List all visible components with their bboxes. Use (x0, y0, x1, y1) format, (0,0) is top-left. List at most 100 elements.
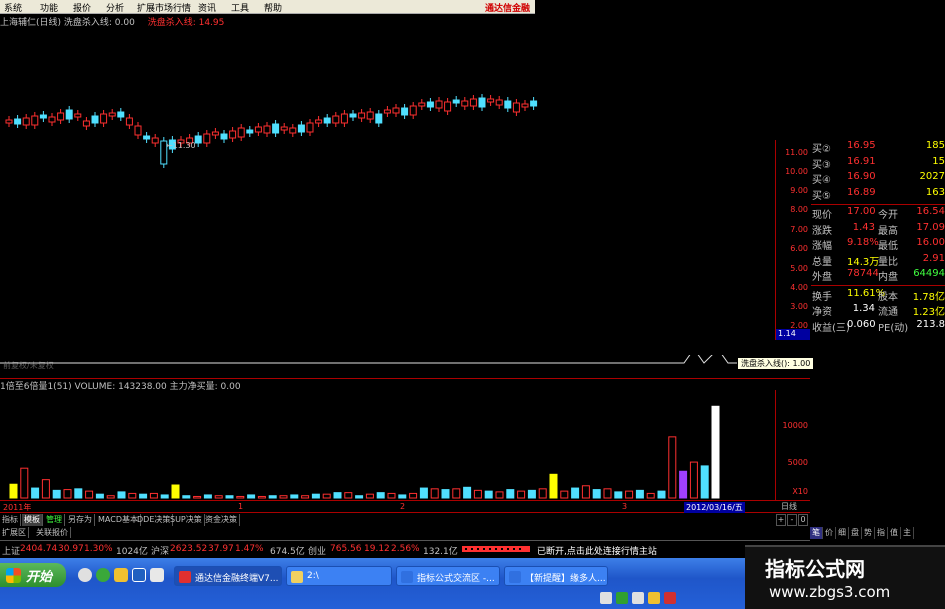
volume-bar (290, 494, 299, 499)
candle-body (125, 117, 133, 126)
quote-label: 股本 (878, 291, 898, 303)
menu-extended-market[interactable]: 扩展市场行情 (137, 1, 191, 14)
zoom-reset-button[interactable]: 0 (798, 514, 808, 526)
folder-icon[interactable] (114, 568, 128, 582)
candle-body (323, 117, 331, 124)
tab-related-quote[interactable]: 关联报价 (34, 527, 71, 538)
candle-body (14, 118, 22, 125)
tab-value[interactable]: 值 (888, 527, 901, 539)
volume-bar (387, 492, 396, 499)
period-label[interactable]: 日线 (781, 501, 797, 512)
candle-body (401, 107, 409, 116)
chart-title-main: 上海辅仁(日线) 洗盘杀入线: 0.00 (0, 18, 135, 28)
candle-body (349, 113, 357, 118)
quote-row: 净资 1.34 流通 1.23亿 (811, 303, 945, 318)
quote-value: 16.54 (916, 206, 945, 217)
tray-icon[interactable] (632, 592, 644, 604)
price-tick: 11.00 (785, 148, 808, 157)
quote-value: 213.8 (916, 318, 945, 330)
price-tick: 6.00 (790, 244, 808, 253)
tab-template[interactable]: 模板 (22, 514, 43, 526)
taskbar-button-tdx[interactable]: 通达信金融终端V7... (174, 566, 282, 586)
quote-row: 换手 11.61% 股本 1.78亿 (811, 288, 945, 303)
menu-tools[interactable]: 工具 (231, 1, 249, 14)
cursor-value: 1.14 (776, 329, 810, 340)
candle-body (495, 99, 503, 106)
connection-notice[interactable]: 已断开,点击此处连接行情主站 (537, 544, 657, 557)
chart-title-red: 洗盘杀入线: 14.95 (147, 18, 225, 28)
menu-function[interactable]: 功能 (40, 1, 58, 14)
volume-bar (700, 465, 709, 499)
volume-bar (452, 488, 461, 499)
tab-trend[interactable]: 势 (862, 527, 875, 539)
tray-icon[interactable] (616, 592, 628, 604)
taskbar-button-label: 指标公式交流区 -... (417, 574, 495, 584)
tab-indicator[interactable]: 指标 (0, 514, 21, 526)
taskbar-button-reminder[interactable]: 【新提醒】缘多人... (504, 566, 608, 586)
quote-divider (811, 204, 945, 205)
desktop-icon[interactable] (150, 568, 164, 582)
tab-manage[interactable]: 管理 (44, 514, 65, 526)
candle-body (289, 127, 297, 134)
candle-body (366, 111, 374, 120)
time-label: 1 (238, 502, 244, 511)
start-button[interactable]: 开始 (0, 563, 66, 587)
candle-body (229, 130, 237, 139)
candle-body (504, 100, 512, 109)
zoom-out-button[interactable]: - (787, 514, 797, 526)
volume-bar (646, 492, 655, 499)
kline-chart[interactable]: ←11.30 (0, 28, 775, 368)
volume-bar (279, 495, 288, 499)
candle-body (297, 124, 305, 133)
taskbar-button-label: 通达信金融终端V7... (195, 574, 279, 584)
media-icon[interactable] (132, 568, 146, 582)
taskbar-button-forum[interactable]: 指标公式交流区 -... (396, 566, 500, 586)
price-tick: 7.00 (790, 225, 808, 234)
tray-icon[interactable] (600, 592, 612, 604)
zoom-in-button[interactable]: + (776, 514, 786, 526)
quote-value: 1.34 (852, 303, 875, 314)
menu-analysis[interactable]: 分析 (106, 1, 124, 14)
quote-label: 内盘 (878, 272, 898, 283)
volume-bar (430, 488, 439, 499)
volume-bar (527, 489, 536, 499)
tab-price[interactable]: 价 (823, 527, 836, 539)
menu-system[interactable]: 系统 (4, 1, 22, 14)
tray-icon[interactable] (664, 592, 676, 604)
volume-bar (711, 405, 720, 499)
candle-body (340, 113, 348, 124)
candle-body (487, 98, 495, 103)
sz-amount: 674.5亿 (270, 547, 305, 557)
taskbar-button-folder[interactable]: 2:\ (286, 566, 392, 586)
quote-value: 185 (925, 140, 945, 151)
tray-icon[interactable] (648, 592, 660, 604)
tab-fund[interactable]: 资金决策 (203, 514, 240, 526)
app-icon[interactable] (96, 568, 110, 582)
price-tick: 8.00 (790, 205, 808, 214)
menu-news[interactable]: 资讯 (198, 1, 216, 14)
tab-index[interactable]: 指 (875, 527, 888, 539)
tab-main[interactable]: 主 (901, 527, 914, 539)
volume-bar (203, 494, 212, 499)
quote-label: 现价 (812, 210, 832, 221)
volume-bar (322, 493, 331, 499)
price-axis: 11.00 10.00 9.00 8.00 7.00 6.00 5.00 4.0… (775, 140, 810, 340)
candle-body (74, 113, 82, 118)
browser-icon[interactable] (78, 568, 92, 582)
tab-ticks[interactable]: 笔 (810, 527, 823, 539)
menu-quote[interactable]: 报价 (73, 1, 91, 14)
tab-board[interactable]: 盘 (849, 527, 862, 539)
tab-save-as[interactable]: 另存为 (66, 514, 95, 526)
volume-bar (182, 495, 191, 499)
menu-help[interactable]: 帮助 (264, 1, 282, 14)
menu-bar: 系统 功能 报价 分析 扩展市场行情 资讯 工具 帮助 通达信金融 (0, 0, 945, 14)
candle-body (332, 115, 340, 124)
volume-bar (160, 494, 169, 499)
tab-detail[interactable]: 细 (836, 527, 849, 539)
volume-bar (657, 490, 666, 499)
volume-chart[interactable] (0, 390, 775, 500)
volume-bar (506, 489, 515, 499)
tab-extension-area[interactable]: 扩展区 (0, 527, 29, 538)
tab-sup[interactable]: SUP决策 (168, 514, 205, 526)
quote-row: 现价 17.00 今开 16.54 (811, 206, 945, 221)
